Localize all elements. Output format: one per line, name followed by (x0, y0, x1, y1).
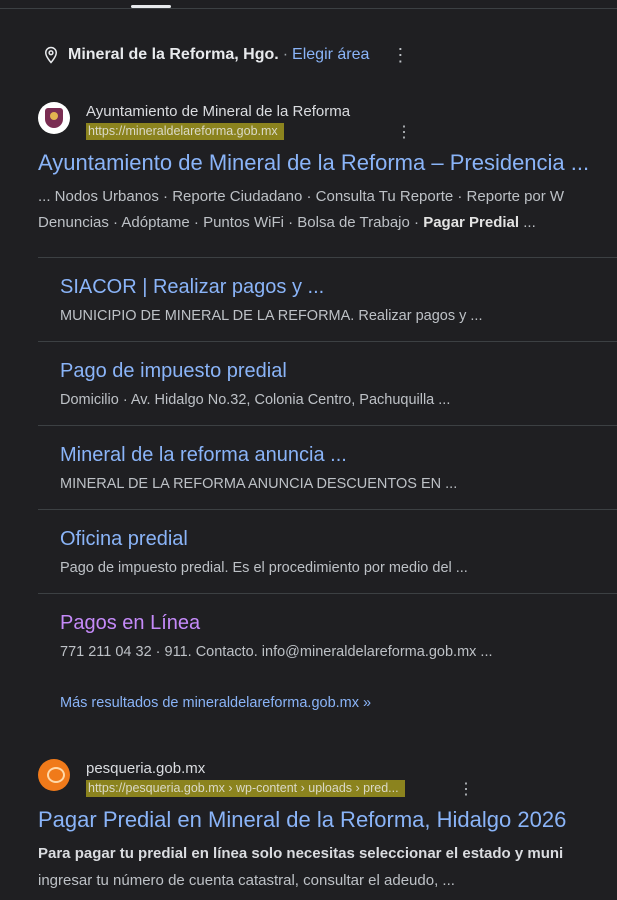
sitelink-item[interactable]: SIACOR | Realizar pagos y ... MUNICIPIO … (38, 257, 617, 342)
snippet-bold-term: Pagar Predial (423, 214, 520, 231)
sitelink-item[interactable]: Oficina predial Pago de impuesto predial… (38, 509, 617, 594)
sitelink-title[interactable]: Oficina predial (60, 526, 188, 552)
top-divider (0, 8, 617, 9)
pesqueria-favicon (38, 759, 70, 791)
result-1-site-name: Ayuntamiento de Mineral de la Reforma (86, 103, 351, 120)
sitelink-snippet: Pago de impuesto predial. Es el procedim… (60, 560, 468, 576)
result-2-site-name: pesqueria.gob.mx (86, 760, 206, 777)
more-vert-icon[interactable]: ⋮ (391, 46, 409, 64)
result-1-snippet-line-2: Denuncias · Adóptame · Puntos WiFi · Bol… (38, 214, 536, 231)
sitelink-item[interactable]: Pago de impuesto predial Domicilio · Av.… (38, 341, 617, 426)
municipal-crest-favicon (38, 102, 70, 134)
sitelink-title[interactable]: Pagos en Línea (60, 610, 200, 636)
sitelink-item[interactable]: Mineral de la reforma anuncia ... MINERA… (38, 425, 617, 510)
result-2-snippet-line-1: Para pagar tu predial en línea solo nece… (38, 845, 564, 862)
more-results-link[interactable]: Más resultados de mineraldelareforma.gob… (60, 695, 371, 711)
result-2-title-link[interactable]: Pagar Predial en Mineral de la Reforma, … (38, 806, 566, 834)
sitelink-title[interactable]: SIACOR | Realizar pagos y ... (60, 274, 324, 300)
location-name: Mineral de la Reforma, Hgo. (68, 46, 279, 63)
result-1-title-link[interactable]: Ayuntamiento de Mineral de la Reforma – … (38, 149, 589, 177)
sitelink-title[interactable]: Pago de impuesto predial (60, 358, 287, 384)
result-2-snippet-line-2: ingresar tu número de cuenta catastral, … (38, 872, 455, 889)
result-1-more-vert-icon[interactable]: ⋮ (396, 122, 412, 142)
result-2-url: https://pesqueria.gob.mx › wp-content › … (86, 780, 405, 797)
result-2-more-vert-icon[interactable]: ⋮ (458, 779, 474, 799)
sitelink-snippet: 771 211 04 32 · 911. Contacto. info@mine… (60, 644, 493, 660)
result-1-url: https://mineraldelareforma.gob.mx (86, 123, 284, 140)
location-separator: · (282, 46, 289, 63)
location-bar: Mineral de la Reforma, Hgo. · Elegir áre… (42, 44, 409, 66)
sitelink-snippet: MINERAL DE LA REFORMA ANUNCIA DESCUENTOS… (60, 476, 458, 492)
active-tab-indicator (131, 5, 171, 8)
result-1-snippet-line-1: ... Nodos Urbanos · Reporte Ciudadano · … (38, 188, 565, 205)
sitelink-snippet: MUNICIPIO DE MINERAL DE LA REFORMA. Real… (60, 308, 483, 324)
sitelink-item[interactable]: Pagos en Línea 771 211 04 32 · 911. Cont… (38, 593, 617, 678)
result-1-source[interactable]: Ayuntamiento de Mineral de la Reforma ht… (38, 102, 351, 140)
choose-area-link[interactable]: Elegir área (292, 46, 369, 64)
map-pin-icon (44, 46, 58, 64)
result-2-source[interactable]: pesqueria.gob.mx https://pesqueria.gob.m… (38, 759, 405, 797)
sitelink-snippet: Domicilio · Av. Hidalgo No.32, Colonia C… (60, 392, 451, 408)
sitelink-title[interactable]: Mineral de la reforma anuncia ... (60, 442, 347, 468)
